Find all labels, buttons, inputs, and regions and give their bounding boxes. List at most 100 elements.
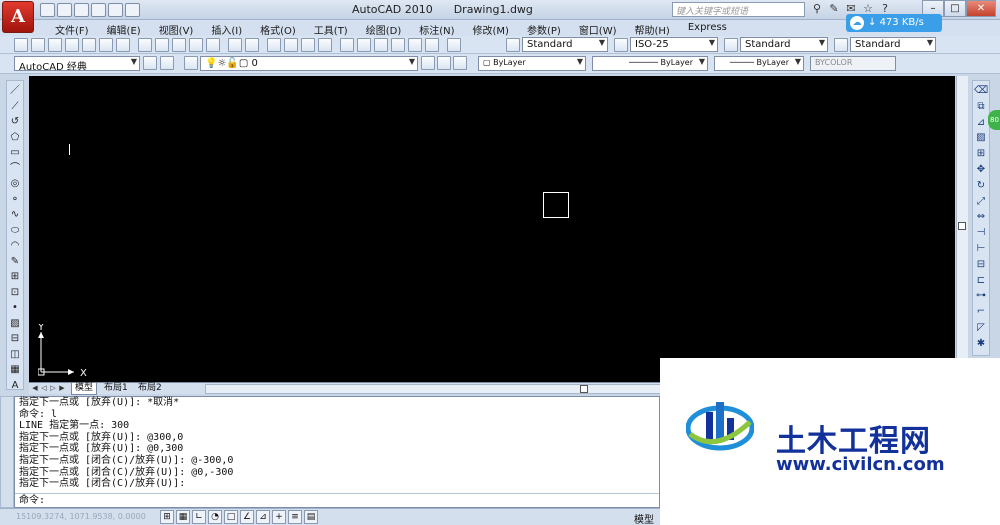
application-menu-button[interactable]: A xyxy=(2,1,34,33)
menu-item[interactable]: 格式(O) xyxy=(251,20,305,37)
ducs-toggle-icon[interactable]: ⊿ xyxy=(256,510,270,524)
menu-item[interactable]: 视图(V) xyxy=(150,20,203,37)
hatch-icon[interactable]: • xyxy=(8,301,22,315)
menu-item[interactable]: 窗口(W) xyxy=(570,20,626,37)
table-style-select[interactable]: Standard ▼ xyxy=(740,37,828,52)
scale-icon[interactable]: ⤢ xyxy=(974,195,988,209)
polar-toggle-icon[interactable]: ◔ xyxy=(208,510,222,524)
rectangle-icon[interactable]: ▭ xyxy=(8,146,22,160)
command-input[interactable]: 命令: xyxy=(15,493,659,507)
wrench-icon[interactable]: ✎ xyxy=(827,2,841,16)
text-style-icon[interactable] xyxy=(506,38,520,52)
layer-properties-icon[interactable] xyxy=(184,56,198,70)
menu-item[interactable]: 工具(T) xyxy=(305,20,357,37)
match-properties-icon[interactable] xyxy=(189,38,203,52)
lineweight-select[interactable]: ───── ByLayer ▼ xyxy=(714,56,804,71)
erase-icon[interactable]: ⌫ xyxy=(974,84,988,98)
break-at-point-icon[interactable]: ⊟ xyxy=(974,258,988,272)
layer-previous-icon[interactable] xyxy=(437,56,451,70)
dim-style-select[interactable]: ISO-25 ▼ xyxy=(630,37,718,52)
trim-icon[interactable]: ⊣ xyxy=(974,226,988,240)
redo-icon[interactable] xyxy=(108,3,123,17)
last-tab-icon[interactable]: ▶ xyxy=(58,384,66,393)
color-select[interactable]: ▢ ByLayer ▼ xyxy=(478,56,586,71)
stretch-icon[interactable]: ⇔ xyxy=(974,210,988,224)
next-tab-icon[interactable]: ▷ xyxy=(49,384,57,393)
quickcalc-icon[interactable] xyxy=(425,38,439,52)
circle-icon[interactable]: ◎ xyxy=(8,177,22,191)
otrack-toggle-icon[interactable]: ∠ xyxy=(240,510,254,524)
snap-toggle-icon[interactable]: ⊞ xyxy=(160,510,174,524)
linetype-select[interactable]: ────── ByLayer ▼ xyxy=(592,56,708,71)
menu-item[interactable]: 文件(F) xyxy=(46,20,98,37)
menu-item[interactable]: 修改(M) xyxy=(464,20,518,37)
menu-item[interactable]: 帮助(H) xyxy=(626,20,679,37)
spline-icon[interactable]: ∿ xyxy=(8,208,22,222)
sheet-set-icon[interactable] xyxy=(391,38,405,52)
zoom-previous-icon[interactable] xyxy=(318,38,332,52)
workspace-select[interactable]: AutoCAD 经典 ▼ xyxy=(14,56,140,71)
ellipse-icon[interactable]: ⬭ xyxy=(8,224,22,238)
binoculars-icon[interactable]: ⚲ xyxy=(810,2,824,16)
tab-layout1[interactable]: 布局1 xyxy=(101,383,131,395)
layer-select[interactable]: 💡☼🔓▢ 0 ▼ xyxy=(200,56,418,71)
line-icon[interactable]: ／ xyxy=(8,84,22,98)
arc-icon[interactable]: ⌒ xyxy=(8,162,22,176)
quick-properties-toggle-icon[interactable]: ▤ xyxy=(304,510,318,524)
chamfer-icon[interactable]: ⌐ xyxy=(974,305,988,319)
explode-icon[interactable]: ✱ xyxy=(974,337,988,351)
copy-icon[interactable] xyxy=(155,38,169,52)
scroll-thumb[interactable] xyxy=(580,385,588,393)
undo-icon[interactable] xyxy=(91,3,106,17)
publish-icon[interactable] xyxy=(99,38,113,52)
make-current-layer-icon[interactable] xyxy=(421,56,435,70)
search-input[interactable]: 键入关键字或短语 xyxy=(672,2,805,17)
plot-preview-icon[interactable] xyxy=(82,38,96,52)
menu-item[interactable]: 绘图(D) xyxy=(357,20,411,37)
text-icon[interactable]: A xyxy=(8,379,22,393)
save-icon[interactable] xyxy=(48,38,62,52)
zoom-realtime-icon[interactable] xyxy=(284,38,298,52)
osnap-toggle-icon[interactable]: □ xyxy=(224,510,238,524)
point-icon[interactable]: ⊡ xyxy=(8,286,22,300)
copy-icon[interactable]: ⧉ xyxy=(974,100,988,114)
polyline-icon[interactable]: ↺ xyxy=(8,115,22,129)
tab-model[interactable]: 模型 xyxy=(71,383,98,395)
open-icon[interactable] xyxy=(57,3,72,17)
vertical-scrollbar[interactable] xyxy=(956,76,968,382)
command-window-handle[interactable] xyxy=(0,396,14,508)
dyn-toggle-icon[interactable]: + xyxy=(272,510,286,524)
dim-style-icon[interactable] xyxy=(614,38,628,52)
cut-icon[interactable] xyxy=(138,38,152,52)
maximize-button[interactable]: □ xyxy=(944,0,966,17)
prev-tab-icon[interactable]: ◁ xyxy=(40,384,48,393)
markup-icon[interactable] xyxy=(408,38,422,52)
plot-icon[interactable] xyxy=(65,38,79,52)
ortho-toggle-icon[interactable]: ∟ xyxy=(192,510,206,524)
menu-item[interactable]: 插入(I) xyxy=(202,20,251,37)
design-center-icon[interactable] xyxy=(357,38,371,52)
rotate-icon[interactable]: ↻ xyxy=(974,179,988,193)
scroll-thumb[interactable] xyxy=(958,222,966,230)
revision-cloud-icon[interactable]: ⚬ xyxy=(8,193,22,207)
menu-item[interactable]: 参数(P) xyxy=(518,20,570,37)
qnew-icon[interactable] xyxy=(14,38,28,52)
array-icon[interactable]: ⊞ xyxy=(974,147,988,161)
gradient-icon[interactable]: ▨ xyxy=(8,317,22,331)
text-style-select[interactable]: Standard ▼ xyxy=(522,37,608,52)
insert-block-icon[interactable]: ✎ xyxy=(8,255,22,269)
extend-icon[interactable]: ⊢ xyxy=(974,242,988,256)
block-editor-icon[interactable] xyxy=(206,38,220,52)
workspace-settings-icon[interactable] xyxy=(143,56,157,70)
break-icon[interactable]: ⊏ xyxy=(974,274,988,288)
construction-line-icon[interactable]: ⟋ xyxy=(8,100,22,114)
mirror-icon[interactable]: ⊿ xyxy=(974,116,988,130)
first-tab-icon[interactable]: ◀ xyxy=(31,384,39,393)
layer-walk-icon[interactable] xyxy=(453,56,467,70)
paste-icon[interactable] xyxy=(172,38,186,52)
model-space-label[interactable]: 模型 xyxy=(634,511,654,525)
fillet-icon[interactable]: ◸ xyxy=(974,321,988,335)
table-icon[interactable]: ◫ xyxy=(8,348,22,362)
multiline-text-icon[interactable]: ▦ xyxy=(8,363,22,377)
open-icon[interactable] xyxy=(31,38,45,52)
